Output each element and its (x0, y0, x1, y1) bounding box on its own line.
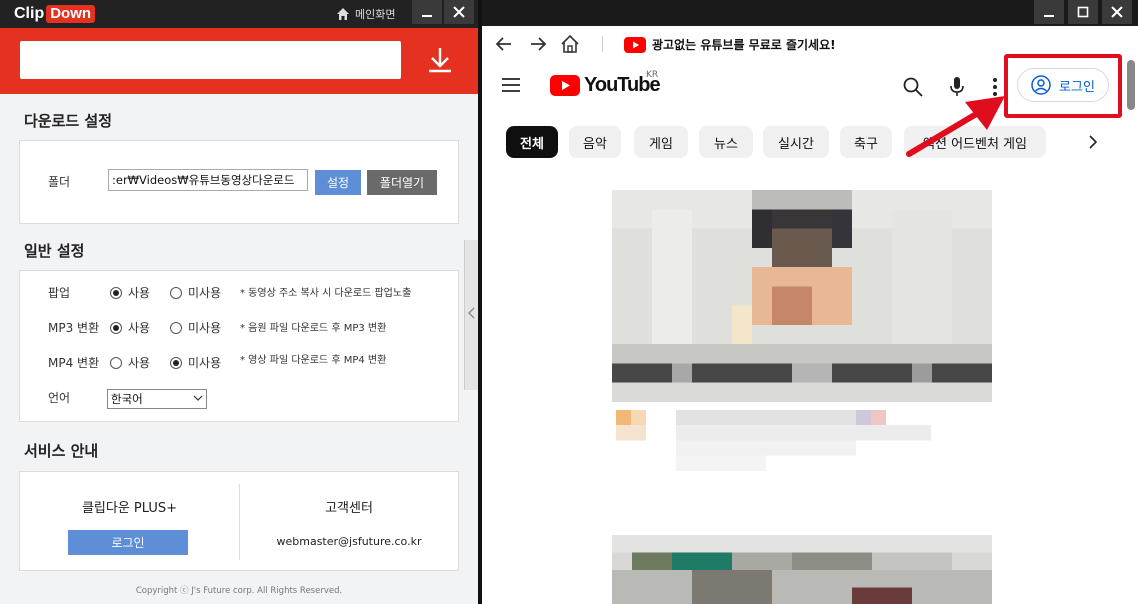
home-icon[interactable] (560, 34, 580, 54)
mp4-use-radio[interactable] (110, 357, 122, 369)
popup-use-text: 사용 (128, 286, 151, 300)
browser-minimize-button[interactable] (1034, 0, 1064, 24)
mp3-unuse-radio[interactable] (170, 322, 182, 334)
mp4-use-text: 사용 (128, 356, 151, 370)
popup-note: * 동영상 주소 복사 시 다운로드 팝업노출 (240, 288, 412, 299)
browser-maximize-button[interactable] (1068, 0, 1098, 24)
popup-use-radio[interactable] (110, 287, 122, 299)
download-settings-title: 다운로드 설정 (24, 112, 113, 130)
close-icon (1111, 6, 1123, 18)
chip-game[interactable]: 게임 (634, 126, 688, 158)
copyright-text: Copyright ⓒ J's Future corp. All Rights … (135, 586, 343, 596)
general-settings-title: 일반 설정 (24, 242, 85, 260)
url-bar (0, 28, 478, 94)
youtube-header: YouTube KR 로그인 (482, 54, 1138, 118)
youtube-login-button[interactable]: 로그인 (1017, 68, 1109, 102)
set-folder-button[interactable]: 설정 (315, 170, 361, 195)
close-button[interactable] (444, 0, 474, 24)
folder-label: 폴더 (48, 175, 71, 189)
maximize-icon (1077, 6, 1089, 18)
language-value: 한국어 (111, 392, 143, 406)
clipdown-window: Clip Down 메인화면 다운로드 설정 폴더 :er₩Videos₩유튜브… (0, 0, 478, 604)
video-thumbnail[interactable] (612, 535, 992, 604)
video-thumbnail[interactable] (612, 190, 992, 402)
home-icon (337, 8, 349, 20)
back-arrow-icon[interactable] (494, 34, 514, 54)
category-chips: 전체 음악 게임 뉴스 실시간 축구 액션 어드벤처 게임 (506, 126, 1106, 158)
chip-all[interactable]: 전체 (506, 126, 558, 158)
customer-center-email[interactable]: webmaster@jsfuture.co.kr (240, 535, 458, 548)
youtube-logo-icon (550, 75, 580, 96)
language-select[interactable]: 한국어 (107, 389, 207, 409)
region-label: KR (646, 70, 659, 80)
download-icon[interactable] (426, 46, 454, 74)
home-label: 메인화면 (355, 8, 396, 21)
mp3-label: MP3 변환 (48, 321, 100, 335)
customer-center-title: 고객센터 (325, 501, 373, 516)
annotation-arrow-icon (906, 96, 1005, 157)
forward-arrow-icon[interactable] (528, 34, 548, 54)
chip-soccer[interactable]: 축구 (840, 126, 892, 158)
general-settings-box: 팝업 사용 미사용 * 동영상 주소 복사 시 다운로드 팝업노출 MP3 변환… (19, 270, 459, 422)
page-scrollbar[interactable] (1127, 60, 1135, 110)
chip-live[interactable]: 실시간 (763, 126, 829, 158)
banner-text: 광고없는 유튜브를 무료로 즐기세요! (652, 38, 836, 52)
chip-news[interactable]: 뉴스 (699, 126, 753, 158)
browser-window: 광고없는 유튜브를 무료로 즐기세요! YouTube KR 로그인 전체 음악… (482, 0, 1138, 604)
clipdown-titlebar: Clip Down 메인화면 (0, 0, 478, 28)
navbar-separator (602, 36, 603, 52)
download-settings-box: 폴더 :er₩Videos₩유튜브동영상다운로드 설정 폴더열기 (19, 140, 459, 224)
close-icon (453, 6, 465, 18)
minimize-icon (422, 15, 432, 17)
youtube-login-text: 로그인 (1059, 79, 1095, 95)
youtube-play-icon (624, 36, 646, 53)
ad-free-banner[interactable]: 광고없는 유튜브를 무료로 즐기세요! (624, 36, 836, 53)
language-label: 언어 (48, 391, 71, 405)
video-meta-placeholder (616, 410, 931, 471)
service-box: 클립다운 PLUS+ 로그인 고객센터 webmaster@jsfuture.c… (19, 471, 459, 571)
chevron-left-icon (468, 307, 475, 319)
minimize-icon (1044, 15, 1054, 17)
hamburger-menu-icon[interactable] (500, 76, 522, 94)
main-screen-button[interactable]: 메인화면 (336, 6, 395, 22)
minimize-button[interactable] (412, 0, 442, 24)
folder-path-field[interactable]: :er₩Videos₩유튜브동영상다운로드 (108, 169, 308, 191)
youtube-logo[interactable]: YouTube (550, 74, 661, 97)
mp4-label: MP4 변환 (48, 356, 100, 370)
chip-music[interactable]: 음악 (569, 126, 621, 158)
service-divider (239, 484, 240, 560)
panel-collapse-handle[interactable] (464, 240, 478, 390)
mp4-note: * 영상 파일 다운로드 후 MP4 변환 (240, 355, 387, 366)
chevron-down-icon (193, 395, 203, 401)
open-folder-button[interactable]: 폴더열기 (367, 170, 437, 195)
chevron-right-icon[interactable] (1086, 134, 1100, 150)
browser-titlebar (482, 0, 1138, 26)
mp3-use-text: 사용 (128, 321, 151, 335)
mp3-note: * 음원 파일 다운로드 후 MP3 변환 (240, 323, 387, 334)
clipdown-login-button[interactable]: 로그인 (68, 530, 188, 555)
url-input[interactable] (20, 41, 401, 79)
user-circle-icon (1031, 75, 1051, 95)
clipdown-logo: Clip Down (14, 4, 96, 24)
plus-title: 클립다운 PLUS+ (81, 501, 178, 516)
popup-unuse-radio[interactable] (170, 287, 182, 299)
logo-down-text: Down (46, 5, 96, 23)
popup-unuse-text: 미사용 (188, 286, 222, 300)
mp3-unuse-text: 미사용 (188, 321, 222, 335)
logo-clip-text: Clip (14, 5, 45, 22)
service-title: 서비스 안내 (24, 442, 99, 460)
browser-close-button[interactable] (1102, 0, 1132, 24)
mp4-unuse-radio[interactable] (170, 357, 182, 369)
mp3-use-radio[interactable] (110, 322, 122, 334)
popup-label: 팝업 (48, 286, 71, 300)
mp4-unuse-text: 미사용 (188, 356, 222, 370)
